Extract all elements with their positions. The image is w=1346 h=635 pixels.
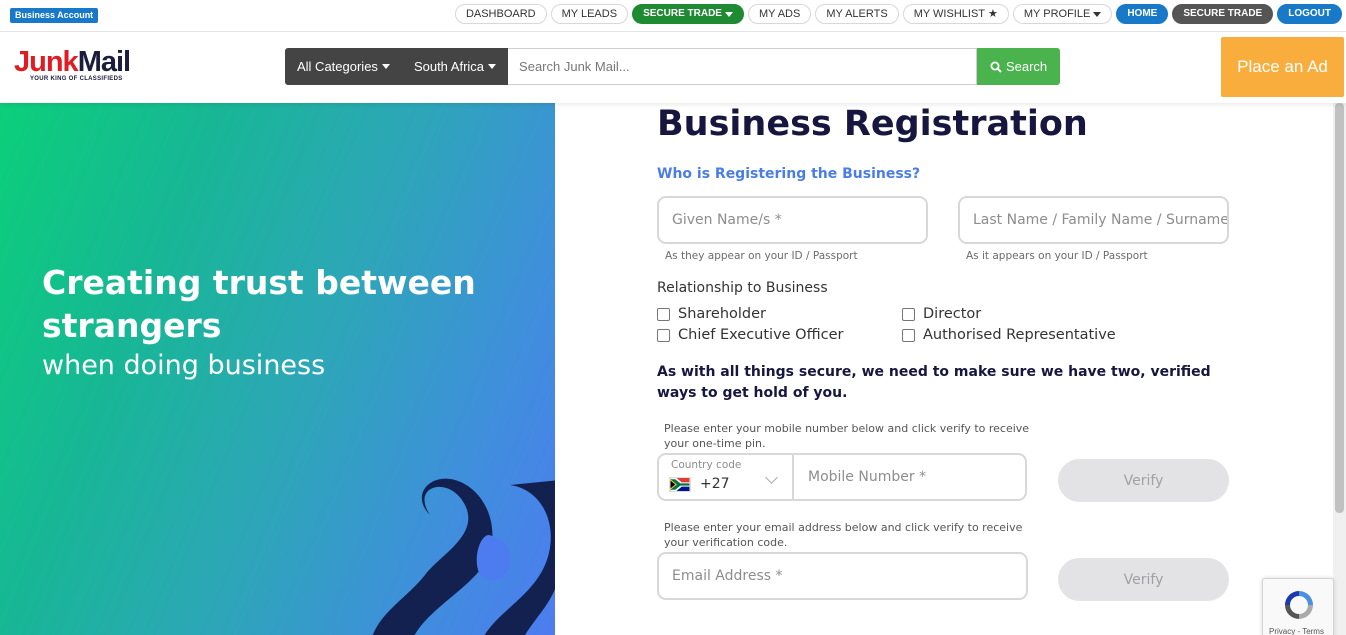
mobile-number-input[interactable]: Mobile Number *: [808, 469, 926, 485]
last-name-hint: As it appears on your ID / Passport: [966, 250, 1148, 262]
search-button[interactable]: Search: [977, 48, 1061, 85]
caret-down-icon: [381, 64, 390, 69]
nav-secure-trade-label: SECURE TRADE: [643, 8, 722, 19]
nav-my-profile-label: MY PROFILE: [1023, 8, 1091, 20]
given-name-field[interactable]: Given Name/s *: [657, 196, 928, 244]
checkbox-box[interactable]: [902, 307, 915, 321]
mobile-number-group: Country code +27 Mobile Number *: [657, 453, 1027, 501]
main-header: JunkMail YOUR KING OF CLASSIFIEDS All Ca…: [0, 33, 1346, 103]
last-name-field[interactable]: Last Name / Family Name / Surname *: [958, 196, 1229, 244]
caret-down-icon: [488, 64, 497, 69]
country-code-select[interactable]: Country code +27: [659, 455, 794, 499]
nav-my-leads[interactable]: MY LEADS: [550, 4, 629, 24]
email-instructions: Please enter your email address below an…: [664, 521, 1023, 549]
page-title: Business Registration: [657, 104, 1088, 144]
email-address-field[interactable]: Email Address *: [657, 552, 1028, 600]
region-select[interactable]: South Africa: [401, 48, 509, 85]
nav-home[interactable]: HOME: [1116, 4, 1169, 24]
caret-down-icon: [724, 11, 733, 17]
hero-headline: Creating trust between strangers: [42, 263, 476, 345]
search-bar: All Categories South Africa Search Junk …: [285, 48, 1061, 85]
ceo-checkbox[interactable]: Chief Executive Officer: [657, 327, 843, 343]
checkbox-box[interactable]: [657, 328, 670, 342]
ceo-label: Chief Executive Officer: [678, 327, 844, 343]
nav-logout[interactable]: LOGOUT: [1277, 4, 1342, 24]
authorised-representative-label: Authorised Representative: [923, 327, 1116, 343]
director-label: Director: [923, 306, 982, 322]
nav-my-wishlist[interactable]: MY WISHLIST ★: [902, 4, 1009, 24]
shareholder-checkbox[interactable]: Shareholder: [657, 306, 766, 322]
nav-dashboard-label: DASHBOARD: [465, 8, 536, 20]
recaptcha-links[interactable]: Privacy - Terms: [1269, 627, 1324, 635]
logo-tagline: YOUR KING OF CLASSIFIEDS: [30, 76, 123, 82]
shareholder-label: Shareholder: [678, 306, 767, 322]
south-africa-flag-icon: [669, 477, 691, 492]
category-select-label: All Categories: [297, 59, 378, 74]
nav-home-label: HOME: [1127, 8, 1158, 19]
search-button-label: Search: [1005, 59, 1048, 74]
recaptcha-icon: [1285, 591, 1313, 619]
nav-my-ads[interactable]: MY ADS: [747, 4, 812, 24]
recaptcha-badge[interactable]: Privacy - Terms: [1262, 578, 1334, 635]
junkmail-logo[interactable]: JunkMail YOUR KING OF CLASSIFIEDS: [14, 46, 131, 82]
page-scrollbar[interactable]: [1333, 103, 1346, 635]
star-icon: ★: [988, 8, 998, 20]
verify-mobile-button[interactable]: Verify: [1058, 459, 1229, 502]
country-code-value: +27: [700, 476, 730, 492]
country-code-label: Country code: [671, 459, 742, 471]
logo-junk-text: Junk: [14, 46, 79, 78]
search-icon: [990, 61, 1002, 73]
checkbox-box[interactable]: [657, 307, 670, 321]
category-select[interactable]: All Categories: [285, 48, 402, 85]
checkbox-box[interactable]: [902, 328, 915, 342]
nav-my-ads-label: MY ADS: [758, 8, 801, 20]
top-nav: DASHBOARD MY LEADS SECURE TRADE MY ADS M…: [454, 4, 1342, 24]
caret-down-icon: [1093, 11, 1102, 17]
nav-my-profile-dropdown[interactable]: MY PROFILE: [1012, 4, 1113, 24]
search-input[interactable]: Search Junk Mail...: [508, 48, 978, 85]
secure-contact-note: As with all things secure, we need to ma…: [657, 364, 1211, 401]
mobile-instructions: Please enter your mobile number below an…: [664, 422, 1030, 450]
nav-logout-label: LOGOUT: [1288, 8, 1331, 19]
relationship-label: Relationship to Business: [657, 280, 828, 296]
place-an-ad-button[interactable]: Place an Ad: [1221, 37, 1344, 97]
business-account-badge[interactable]: Business Account: [10, 8, 99, 23]
nav-my-wishlist-label: MY WISHLIST: [913, 8, 985, 20]
verify-email-button[interactable]: Verify: [1058, 558, 1229, 601]
authorised-representative-checkbox[interactable]: Authorised Representative: [902, 327, 1116, 343]
top-utility-bar: Business Account DASHBOARD MY LEADS SECU…: [0, 0, 1346, 32]
scrollbar-thumb[interactable]: [1335, 103, 1344, 513]
nav-my-leads-label: MY LEADS: [561, 8, 618, 20]
hero-subline: when doing business: [42, 350, 326, 381]
who-is-registering-heading: Who is Registering the Business?: [657, 166, 921, 182]
nav-my-alerts-label: MY ALERTS: [826, 8, 888, 20]
decorative-shape-icon: [372, 478, 555, 635]
nav-my-alerts[interactable]: MY ALERTS: [815, 4, 899, 24]
nav-secure-trade-label: SECURE TRADE: [1183, 8, 1263, 19]
director-checkbox[interactable]: Director: [902, 306, 981, 322]
hero-panel: Creating trust between strangers when do…: [0, 103, 555, 635]
nav-secure-trade-dropdown[interactable]: SECURE TRADE: [632, 4, 744, 24]
nav-secure-trade[interactable]: SECURE TRADE: [1172, 4, 1274, 24]
region-select-label: South Africa: [413, 59, 485, 74]
given-name-hint: As they appear on your ID / Passport: [665, 250, 858, 262]
logo-mail-text: Mail: [77, 46, 131, 78]
chevron-down-icon: [765, 471, 778, 484]
nav-dashboard[interactable]: DASHBOARD: [454, 4, 547, 24]
